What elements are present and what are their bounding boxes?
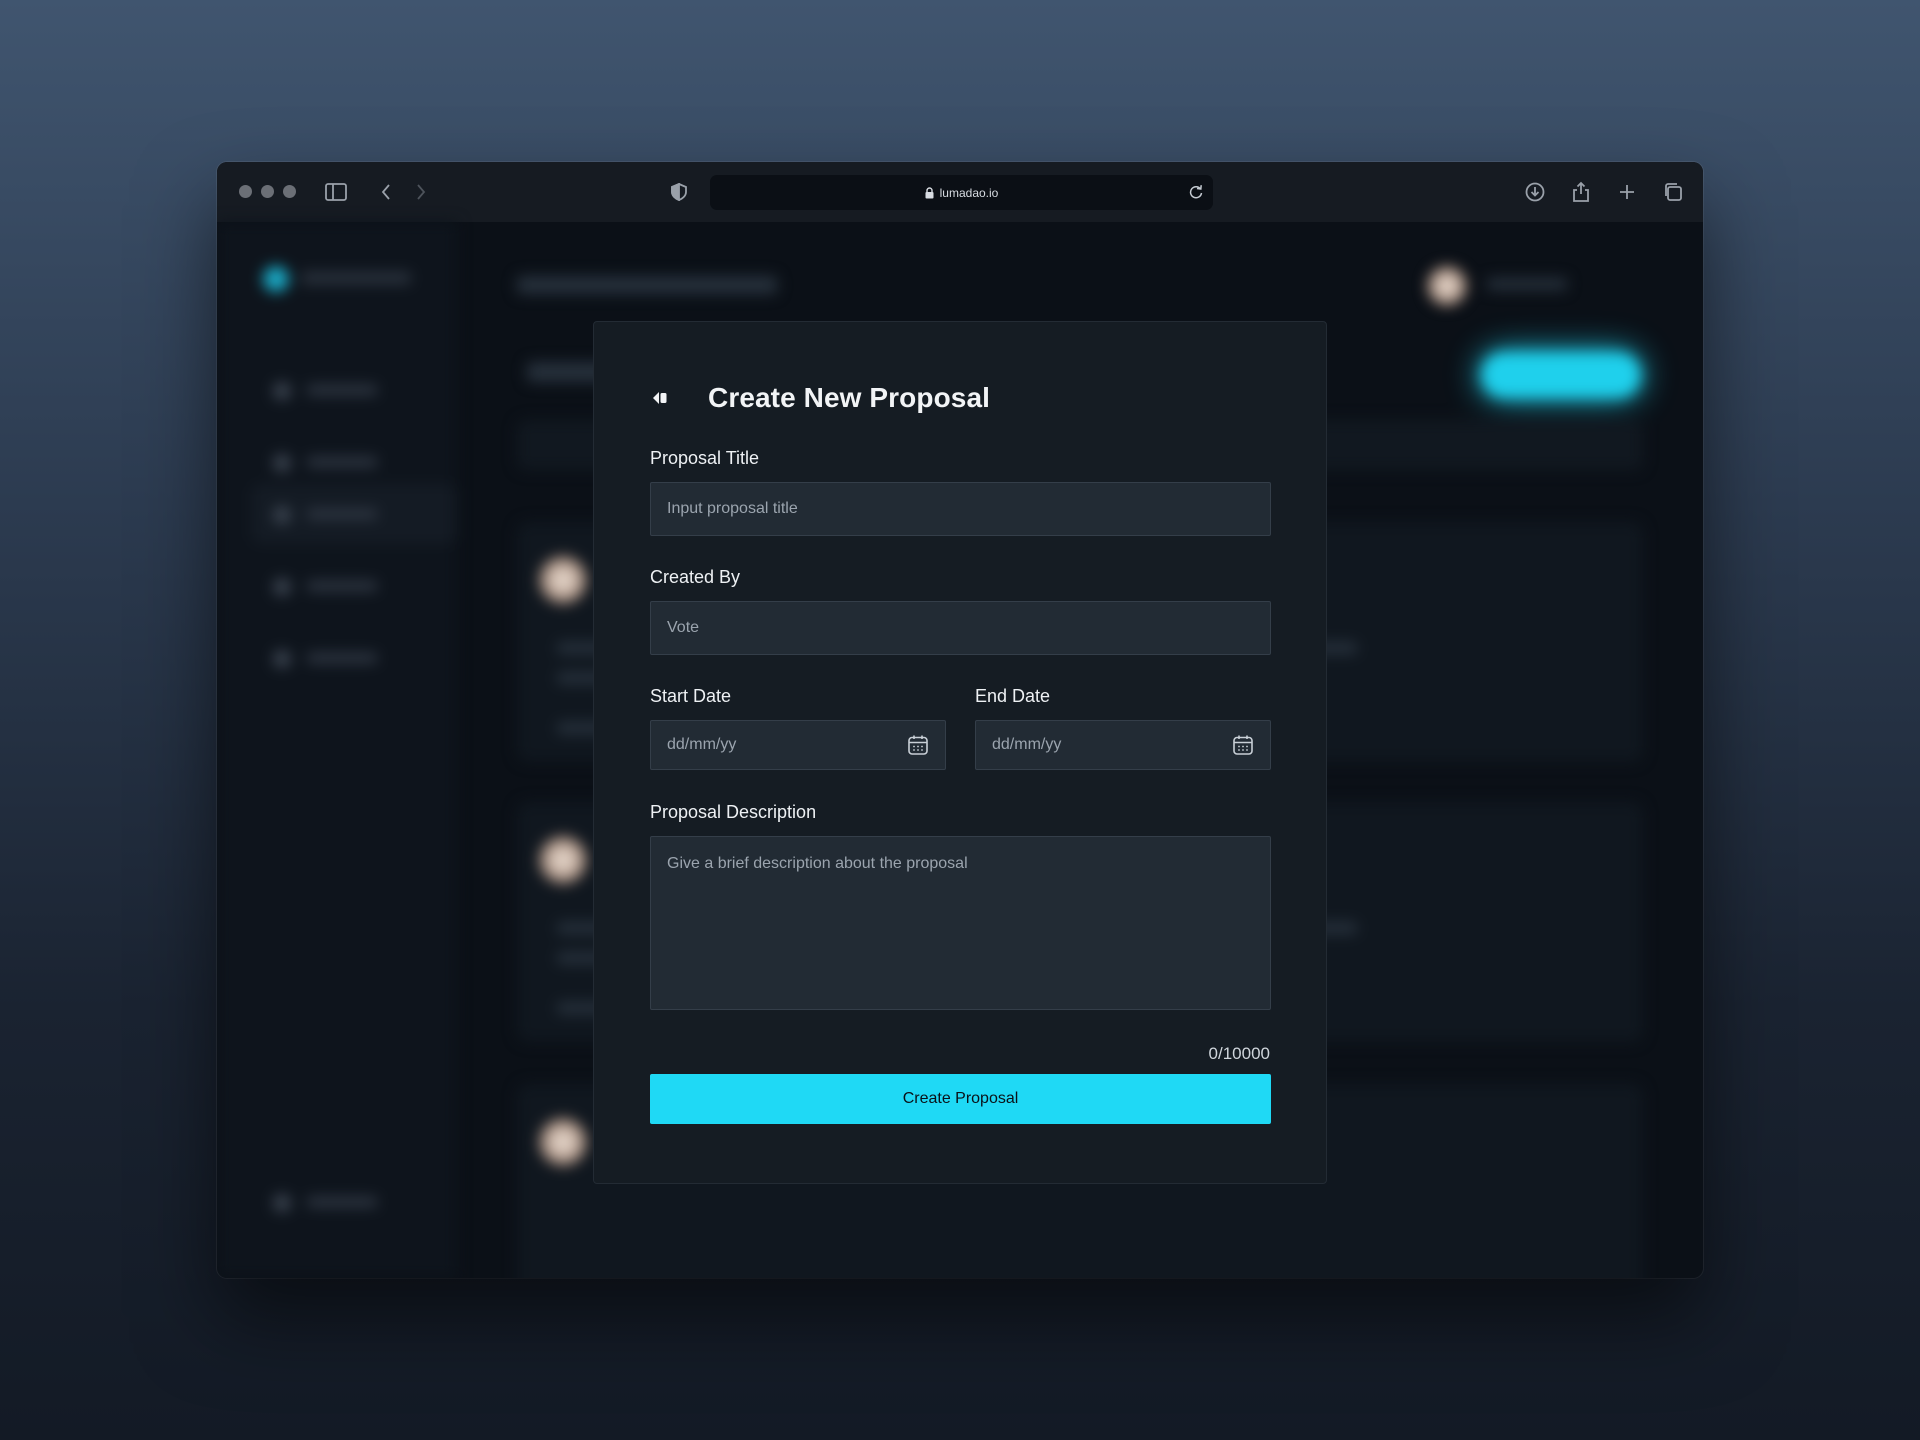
sidebar-toggle-icon[interactable]	[322, 178, 350, 206]
blurred-nav-item	[273, 650, 393, 668]
modal-header: Create New Proposal	[650, 382, 990, 414]
proposal-description-textarea[interactable]: Give a brief description about the propo…	[650, 836, 1271, 1010]
created-by-field[interactable]: Vote	[650, 601, 1271, 655]
window-controls	[239, 185, 296, 198]
forward-nav-icon[interactable]	[407, 178, 435, 206]
proposal-title-label: Proposal Title	[650, 448, 760, 468]
proposal-description-placeholder: Give a brief description about the propo…	[667, 855, 968, 872]
modal-title: Create New Proposal	[708, 382, 990, 413]
blurred-user-name	[1487, 278, 1567, 290]
zoom-window-button[interactable]	[283, 185, 296, 198]
tab-overview-icon[interactable]	[1659, 178, 1687, 206]
proposal-description-label: Proposal Description	[650, 802, 817, 822]
create-proposal-button[interactable]: Create Proposal	[650, 1074, 1271, 1124]
share-icon[interactable]	[1567, 178, 1595, 206]
end-date-input[interactable]: dd/mm/yy	[975, 720, 1271, 770]
blurred-cta-button	[1481, 352, 1641, 398]
create-proposal-button-label: Create Proposal	[902, 1090, 1019, 1107]
privacy-shield-icon[interactable]	[665, 178, 693, 206]
created-by-value: Vote	[667, 619, 700, 636]
blurred-nav-item	[273, 578, 393, 596]
calendar-icon[interactable]	[907, 734, 929, 756]
end-date-placeholder: dd/mm/yy	[992, 736, 1062, 753]
blurred-nav-item	[273, 454, 393, 472]
blurred-user-avatar	[1427, 266, 1467, 306]
back-nav-icon[interactable]	[372, 178, 400, 206]
lock-icon	[925, 186, 934, 199]
app-logo-text	[301, 272, 411, 284]
reload-icon[interactable]	[1189, 184, 1203, 202]
start-date-input[interactable]: dd/mm/yy	[650, 720, 946, 770]
blurred-nav-item	[273, 382, 393, 400]
app-logo	[263, 266, 289, 292]
back-arrow-icon[interactable]	[650, 388, 670, 408]
created-by-label: Created By	[650, 567, 741, 587]
calendar-icon[interactable]	[1232, 734, 1254, 756]
start-date-label: Start Date	[650, 686, 732, 706]
download-icon[interactable]	[1521, 178, 1549, 206]
create-proposal-modal: Create New Proposal Proposal Title Input…	[593, 321, 1327, 1184]
blurred-sidebar	[217, 222, 457, 1278]
proposal-title-input[interactable]: Input proposal title	[650, 482, 1271, 536]
character-counter: 0/10000	[1208, 1044, 1270, 1063]
minimize-window-button[interactable]	[261, 185, 274, 198]
blurred-nav-item	[273, 506, 393, 524]
address-bar[interactable]: lumadao.io	[710, 175, 1213, 210]
blurred-nav-item	[273, 1194, 393, 1212]
browser-window: lumadao.io Create New Proposal Proposal …	[217, 162, 1703, 1278]
proposal-title-placeholder: Input proposal title	[667, 500, 798, 517]
end-date-label: End Date	[975, 686, 1051, 706]
blurred-breadcrumb	[517, 276, 777, 294]
browser-titlebar: lumadao.io	[217, 162, 1703, 222]
start-date-placeholder: dd/mm/yy	[667, 736, 737, 753]
url-text: lumadao.io	[939, 185, 999, 200]
close-window-button[interactable]	[239, 185, 252, 198]
new-tab-icon[interactable]	[1613, 178, 1641, 206]
